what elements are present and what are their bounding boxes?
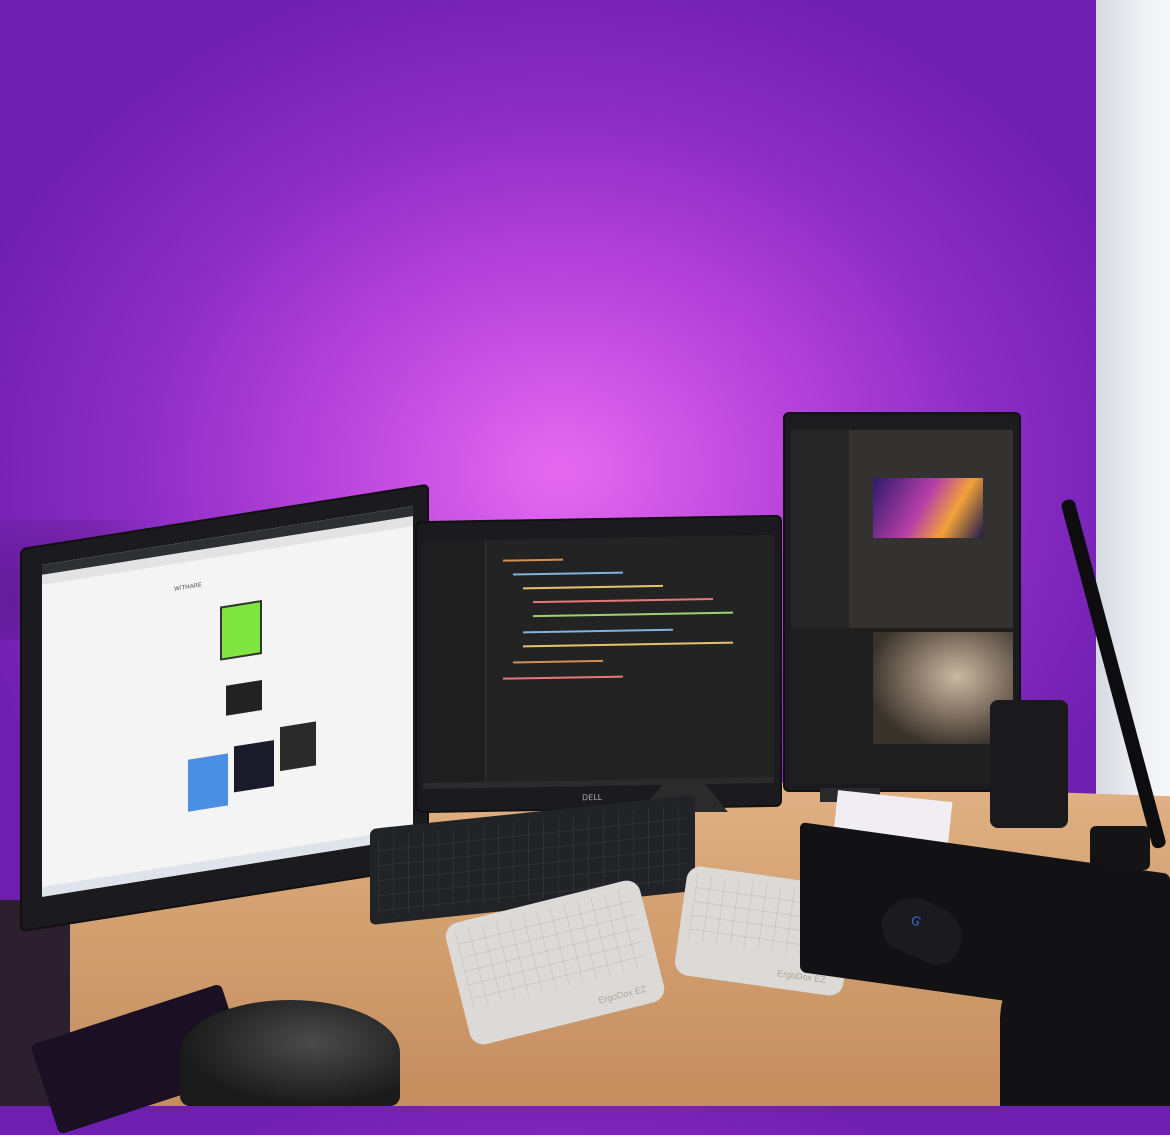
thumbnail-maze [188, 753, 228, 812]
speaker [990, 700, 1068, 828]
page-title: WiTHARE [174, 581, 202, 593]
middle-monitor: DELL [417, 516, 780, 812]
right-monitor [785, 414, 1019, 790]
thumbnail-grey [280, 721, 316, 772]
thumbnail-space [234, 740, 274, 793]
chat-image-preview [873, 478, 983, 538]
chat-sidebar [791, 430, 849, 628]
thumbnail-dark [226, 679, 262, 716]
mouse-logo: G [908, 912, 923, 930]
code-line [533, 611, 733, 618]
left-monitor: WiTHARE [22, 485, 427, 930]
thumbnail-green [220, 599, 262, 661]
code-line [533, 598, 713, 604]
browser-tab-bar [42, 506, 413, 575]
code-line [523, 641, 733, 648]
editor-sidebar [423, 539, 486, 790]
code-line [503, 675, 623, 680]
code-line [523, 584, 663, 590]
chair-back [1000, 940, 1170, 1106]
headphones [180, 1000, 400, 1106]
chat-tab-bar [791, 420, 1013, 430]
code-line [523, 628, 673, 634]
right-monitor-screen [791, 420, 1013, 784]
code-line [503, 558, 563, 562]
left-monitor-screen: WiTHARE [42, 506, 413, 897]
code-editor-screen [423, 534, 774, 790]
code-line [513, 659, 603, 664]
keyboard-brand-label: ErgoDox EZ [597, 983, 648, 1006]
code-line [513, 571, 623, 576]
